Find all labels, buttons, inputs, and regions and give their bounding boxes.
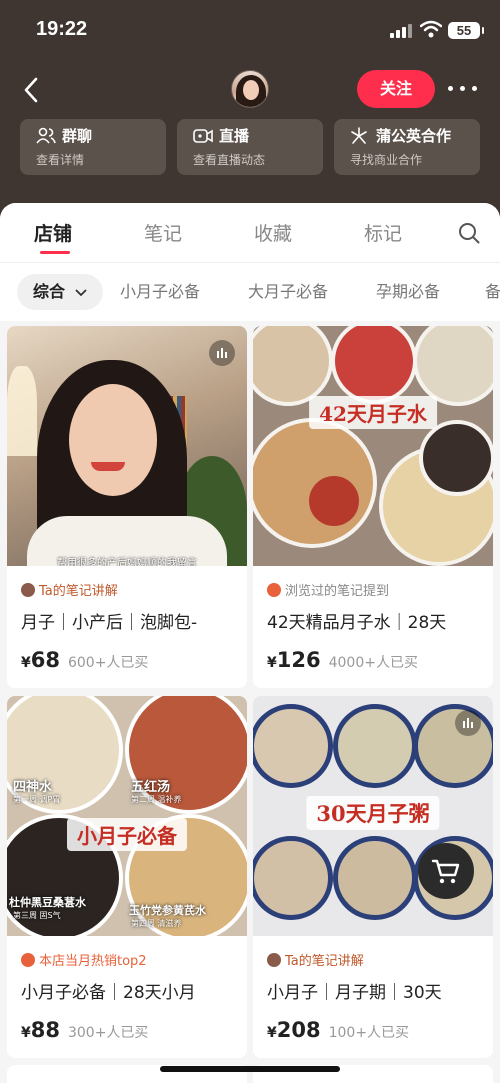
tab-store[interactable]: 店铺 — [34, 219, 72, 246]
product-price: ¥208 100+人已买 — [267, 1018, 409, 1042]
action-title: 蒲公英合作 — [376, 127, 452, 145]
product-card[interactable]: 42天月子水 浏览过的笔记提到 42天精品月子水｜28天 ¥126 4000+人已… — [253, 326, 493, 688]
plate-sublabel: 第四周 清滋养 — [131, 919, 182, 928]
product-card[interactable]: 四神水 第一周 调P胃 五红汤 第二周 温补养 杜仲黑豆桑葚水 第三周 固S气 … — [7, 696, 247, 1058]
active-tab-indicator — [40, 251, 70, 254]
currency-symbol: ¥ — [267, 655, 277, 671]
cellular-signal-icon — [390, 24, 414, 38]
price-value: 126 — [276, 648, 321, 672]
battery-icon: 55 — [448, 22, 484, 39]
avatar[interactable] — [231, 70, 269, 108]
fire-icon — [21, 953, 35, 967]
tab-collections[interactable]: 收藏 — [254, 219, 292, 246]
price-value: 208 — [276, 1018, 321, 1042]
action-subtitle: 寻找商业合作 — [350, 153, 423, 167]
sold-count: 100+人已买 — [328, 1025, 410, 1041]
status-bar: 19:22 55 — [0, 0, 500, 60]
wifi-icon — [420, 20, 442, 38]
action-subtitle: 查看直播动态 — [193, 153, 266, 167]
product-image: 四神水 第一周 调P胃 五红汤 第二周 温补养 杜仲黑豆桑葚水 第三周 固S气 … — [7, 696, 247, 936]
group-icon — [36, 127, 56, 144]
currency-symbol: ¥ — [21, 655, 31, 671]
cart-button[interactable] — [418, 843, 474, 899]
price-value: 88 — [30, 1018, 60, 1042]
eye-icon — [267, 583, 281, 597]
sold-count: 300+人已买 — [67, 1025, 149, 1041]
dandelion-cooperation-card[interactable]: 蒲公英合作 寻找商业合作 — [334, 119, 480, 175]
sold-count: 600+人已买 — [67, 655, 149, 671]
store-sheet: 店铺 笔记 收藏 标记 综合 小月子必备 大月子必备 孕期必备 备 帮用很多的产… — [0, 203, 500, 1083]
dandelion-icon — [351, 127, 367, 144]
live-camera-icon — [193, 129, 213, 143]
sold-count: 4000+人已买 — [328, 655, 418, 671]
action-subtitle: 查看详情 — [36, 153, 85, 167]
plate-label: 四神水 — [13, 780, 53, 795]
search-icon[interactable] — [458, 222, 480, 244]
tab-bar: 店铺 笔记 收藏 标记 — [0, 203, 500, 263]
product-image: 帮用很多的产后妈妈顺的我留言 — [7, 326, 247, 566]
image-caption: 帮用很多的产后妈妈顺的我留言 — [57, 558, 197, 566]
video-icon — [455, 710, 481, 736]
product-tag: Ta的笔记讲解 — [267, 950, 364, 969]
tag-label: Ta的笔记讲解 — [39, 584, 118, 599]
back-icon[interactable] — [20, 76, 44, 104]
home-indicator — [160, 1066, 340, 1072]
plate-label: 杜仲黑豆桑葚水 — [9, 896, 86, 909]
product-title: 月子｜小产后｜泡脚包- — [21, 613, 198, 633]
product-price: ¥88 300+人已买 — [21, 1018, 148, 1042]
product-title: 小月子必备｜28天小月 — [21, 983, 196, 1003]
tab-marks[interactable]: 标记 — [364, 219, 402, 246]
image-caption: 42天月子水 — [309, 396, 437, 429]
image-caption: 30天月子粥 — [306, 796, 440, 830]
currency-symbol: ¥ — [267, 1025, 277, 1041]
product-image: 30天月子粥 — [253, 696, 493, 936]
image-caption: 小月子必备 — [67, 818, 187, 851]
product-card[interactable]: 帮用很多的产后妈妈顺的我留言 Ta的笔记讲解 月子｜小产后｜泡脚包- ¥68 60… — [7, 326, 247, 688]
tag-label: 本店当月热销top2 — [39, 954, 147, 969]
status-time: 19:22 — [36, 18, 88, 40]
product-tag: Ta的笔记讲解 — [21, 580, 118, 599]
cart-icon — [431, 859, 460, 884]
action-title: 群聊 — [62, 127, 93, 145]
filter-chip-small-confinement[interactable]: 小月子必备 — [120, 274, 200, 310]
filter-bar: 综合 小月子必备 大月子必备 孕期必备 备 — [0, 263, 500, 321]
more-icon[interactable] — [448, 86, 478, 92]
tag-label: Ta的笔记讲解 — [285, 954, 364, 969]
filter-chip-pregnancy[interactable]: 孕期必备 — [376, 274, 440, 310]
video-icon — [209, 340, 235, 366]
plate-sublabel: 第一周 调P胃 — [13, 795, 61, 804]
plate-sublabel: 第二周 温补养 — [131, 795, 182, 804]
product-price: ¥68 600+人已买 — [21, 648, 148, 672]
plate-label: 五红汤 — [131, 780, 171, 795]
product-tag: 浏览过的笔记提到 — [267, 580, 389, 599]
tab-notes[interactable]: 笔记 — [144, 219, 182, 246]
price-value: 68 — [30, 648, 60, 672]
tag-label: 浏览过的笔记提到 — [285, 584, 390, 599]
filter-chip-more[interactable]: 备 — [485, 274, 500, 310]
product-image: 42天月子水 — [253, 326, 493, 566]
filter-chip-comprehensive[interactable]: 综合 — [17, 274, 103, 310]
live-card[interactable]: 直播 查看直播动态 — [177, 119, 323, 175]
product-tag: 本店当月热销top2 — [21, 950, 147, 969]
filter-chip-big-confinement[interactable]: 大月子必备 — [248, 274, 328, 310]
chevron-down-icon — [74, 288, 87, 296]
follow-button[interactable]: 关注 — [357, 70, 435, 108]
author-avatar-icon — [21, 583, 35, 597]
plate-label: 玉竹党参黄芪水 — [129, 904, 206, 917]
filter-label: 综合 — [33, 282, 66, 301]
author-avatar-icon — [267, 953, 281, 967]
product-price: ¥126 4000+人已买 — [267, 648, 418, 672]
currency-symbol: ¥ — [21, 1025, 31, 1041]
group-chat-card[interactable]: 群聊 查看详情 — [20, 119, 166, 175]
product-title: 42天精品月子水｜28天 — [267, 613, 447, 633]
product-title: 小月子｜月子期｜30天 — [267, 983, 442, 1003]
action-title: 直播 — [219, 127, 250, 145]
plate-sublabel: 第三周 固S气 — [13, 911, 61, 920]
